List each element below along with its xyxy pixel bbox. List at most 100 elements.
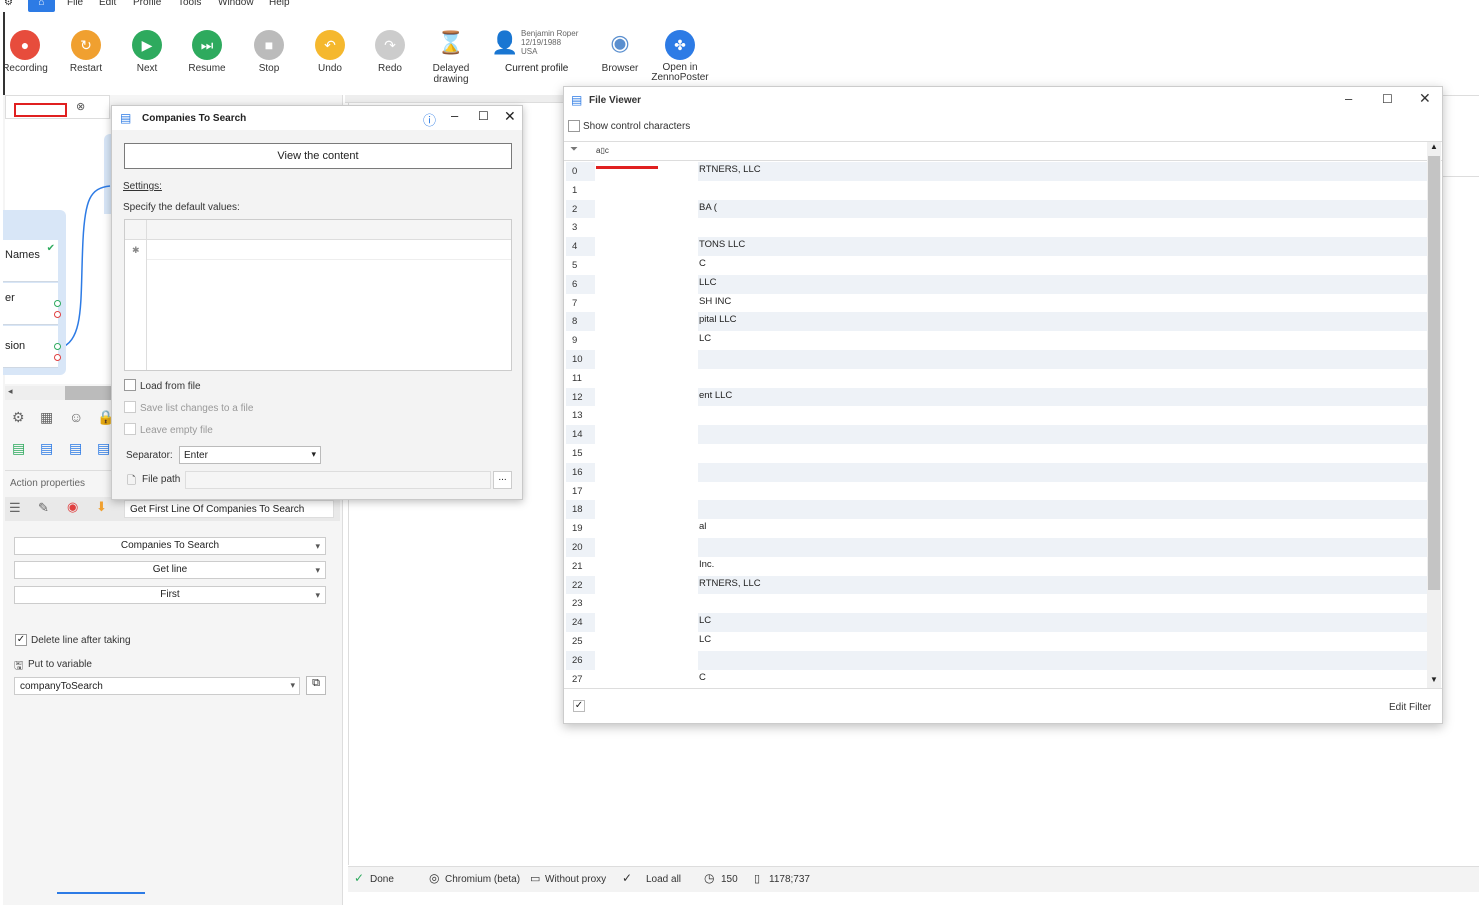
arrow-down-icon[interactable]: ⬇	[96, 499, 107, 515]
vertical-scrollbar[interactable]: ▲ ▼	[1427, 142, 1441, 688]
next-button[interactable]: ▶ Next	[117, 30, 177, 74]
current-profile-button[interactable]: 👤 Benjamin Roper 12/19/1988 USA Current …	[488, 28, 588, 78]
copy-button[interactable]: ⧉	[306, 676, 326, 695]
position-select[interactable]: First	[14, 586, 326, 604]
red-port-icon[interactable]	[54, 354, 61, 361]
default-values-grid[interactable]: ✱	[124, 219, 512, 371]
spreadsheet-icon[interactable]: ▤	[12, 440, 25, 457]
red-port-icon[interactable]	[54, 311, 61, 318]
filter-row[interactable]: ⏷ a▯c	[564, 141, 1442, 161]
menu-tools[interactable]: Tools	[178, 0, 201, 8]
scroll-thumb[interactable]	[65, 386, 111, 400]
close-icon[interactable]: ✕	[1419, 90, 1431, 107]
list-icon[interactable]: ▤	[69, 440, 82, 457]
file-row[interactable]: 5C	[566, 256, 1427, 275]
menu-profile[interactable]: Profile	[133, 0, 161, 8]
file-row[interactable]: 16	[566, 462, 1427, 482]
record-icon[interactable]: ◉	[67, 499, 78, 515]
redo-button[interactable]: ↷ Redo	[360, 30, 420, 74]
file-row[interactable]: 1	[566, 180, 1427, 200]
footer-check-icon[interactable]: ✓	[573, 700, 585, 712]
status-proxy[interactable]: Without proxy	[545, 874, 606, 885]
maximize-icon[interactable]: ☐	[1382, 92, 1393, 106]
home-button[interactable]: ⌂	[28, 0, 55, 12]
file-row[interactable]: 4 TONS LLC	[566, 237, 1427, 256]
list-icon[interactable]: ▤	[40, 440, 53, 457]
file-content-list[interactable]: 0 RTNERS, LLC 1 2 BA (3 4 TONS LLC 5 C 6 LLC 7 SH IN…	[564, 162, 1427, 688]
action-name-field[interactable]: Get First Line Of Companies To Search	[124, 500, 334, 518]
close-icon[interactable]: ✕	[504, 108, 516, 125]
undo-button[interactable]: ↶ Undo	[300, 30, 360, 74]
file-viewer-title-bar[interactable]: ▤ File Viewer – ☐ ✕	[564, 87, 1442, 113]
file-row[interactable]: 6 LLC	[566, 274, 1427, 294]
menu-file[interactable]: File	[67, 0, 83, 8]
menu-edit[interactable]: Edit	[99, 0, 116, 8]
file-row[interactable]: 7 SH INC	[566, 293, 1427, 313]
file-row[interactable]: 26	[566, 650, 1427, 670]
settings-icon[interactable]: ⚙	[12, 409, 25, 426]
minimize-icon[interactable]: –	[451, 108, 458, 123]
view-content-button[interactable]: View the content	[124, 143, 512, 169]
variable-select[interactable]: companyToSearch ▾	[14, 677, 300, 695]
open-zennoposter-button[interactable]: ✤ Open in ZennoPoster	[650, 30, 710, 83]
scroll-thumb[interactable]	[1428, 156, 1440, 590]
grid-icon[interactable]: ▦	[40, 409, 53, 426]
file-row[interactable]: 8 pital LLC	[566, 312, 1427, 332]
scroll-up-icon[interactable]: ▲	[1430, 142, 1438, 151]
leave-empty-checkbox[interactable]	[124, 423, 136, 435]
menu-window[interactable]: Window	[218, 0, 254, 8]
file-row[interactable]: 22 RTNERS, LLC	[566, 575, 1427, 595]
file-row[interactable]: 21 Inc.	[566, 556, 1427, 576]
file-row[interactable]: 14	[566, 425, 1427, 444]
user-circle-icon[interactable]: ☺	[69, 409, 83, 425]
node-block[interactable]: Names ✔ er sion	[3, 210, 66, 375]
green-port-icon[interactable]	[54, 300, 61, 307]
file-row[interactable]: 12 ent LLC	[566, 387, 1427, 407]
list-icon[interactable]: ▤	[97, 440, 110, 457]
file-row[interactable]: 19 al	[566, 519, 1427, 538]
recording-button[interactable]: ● Recording	[0, 30, 55, 74]
file-row[interactable]: 17	[566, 481, 1427, 501]
operation-select[interactable]: Get line	[14, 561, 326, 579]
companies-title-bar[interactable]: ▤ Companies To Search ⓘ – ☐ ✕	[112, 106, 522, 130]
edit-icon[interactable]: ✎	[38, 500, 49, 516]
save-changes-checkbox[interactable]	[124, 401, 136, 413]
file-row[interactable]: 24 LC	[566, 613, 1427, 632]
project-tab[interactable]: ⊗	[5, 95, 110, 119]
restart-button[interactable]: ↻ Restart	[56, 30, 116, 74]
file-row[interactable]: 15	[566, 444, 1427, 463]
separator-select[interactable]: Enter ▾	[179, 446, 321, 464]
menu-help[interactable]: Help	[269, 0, 290, 8]
maximize-icon[interactable]: ☐	[478, 109, 489, 123]
horizontal-scrollbar[interactable]: ◂	[5, 386, 111, 400]
file-row[interactable]: 27 C	[566, 669, 1427, 688]
properties-icon[interactable]: ☰	[9, 500, 21, 516]
resume-button[interactable]: ⏭ Resume	[177, 30, 237, 74]
status-browser[interactable]: Chromium (beta)	[445, 874, 520, 885]
delete-line-checkbox[interactable]: ✓	[15, 634, 27, 646]
edit-filter-button[interactable]: Edit Filter	[1389, 702, 1431, 713]
file-row[interactable]: 25 LC	[566, 632, 1427, 651]
file-row[interactable]: 20	[566, 538, 1427, 557]
file-row[interactable]: 9 LC	[566, 331, 1427, 350]
browse-button[interactable]: ...	[493, 471, 512, 489]
show-control-checkbox[interactable]	[568, 120, 580, 132]
list-select[interactable]: Companies To Search	[14, 537, 326, 555]
green-port-icon[interactable]	[54, 343, 61, 350]
browser-button[interactable]: ◉ Browser	[590, 30, 650, 74]
file-path-input[interactable]	[185, 471, 491, 489]
load-from-file-checkbox[interactable]	[124, 379, 136, 391]
file-row[interactable]: 11	[566, 368, 1427, 388]
close-tab-icon[interactable]: ⊗	[76, 100, 85, 113]
file-row[interactable]: 3	[566, 218, 1427, 238]
delayed-drawing-button[interactable]: ⌛ Delayed drawing	[420, 30, 482, 85]
file-row[interactable]: 10	[566, 350, 1427, 369]
file-row[interactable]: 2 BA (	[566, 199, 1427, 219]
stop-button[interactable]: ■ Stop	[239, 30, 299, 74]
help-icon[interactable]: ⓘ	[423, 110, 436, 129]
minimize-icon[interactable]: –	[1345, 91, 1352, 106]
file-row[interactable]: 23	[566, 594, 1427, 614]
file-row[interactable]: 0 RTNERS, LLC	[566, 162, 1427, 181]
scroll-down-icon[interactable]: ▼	[1430, 675, 1438, 684]
file-row[interactable]: 13	[566, 406, 1427, 426]
